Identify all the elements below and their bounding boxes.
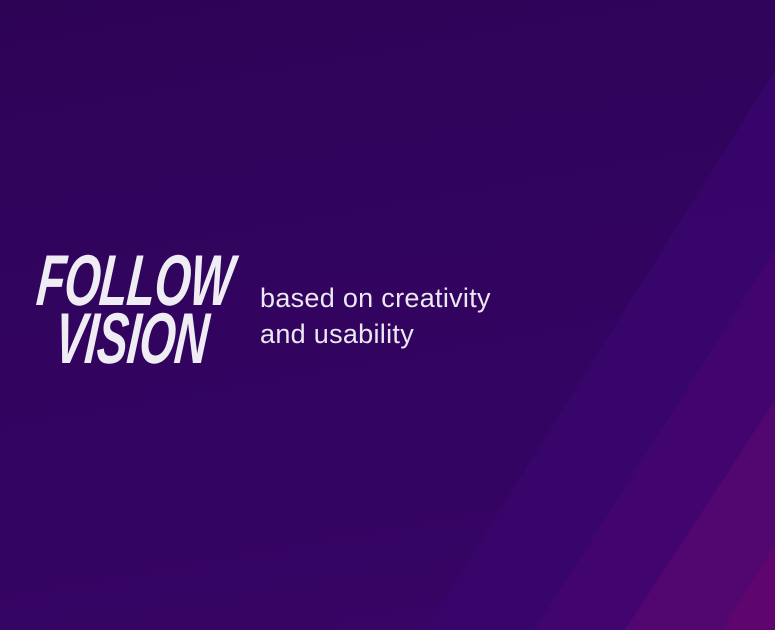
tagline-line2: and usability [260, 319, 414, 349]
tagline: based on creativity and usability [260, 280, 491, 352]
tagline-line1: based on creativity [260, 283, 491, 313]
brand-logo-line2: VISION [51, 299, 212, 379]
